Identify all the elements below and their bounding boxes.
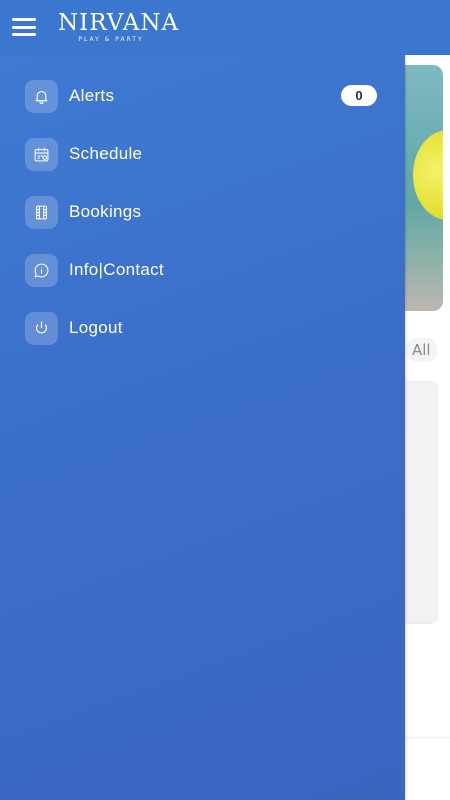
drawer-item-logout[interactable]: Logout <box>25 311 385 345</box>
drawer-item-label: Logout <box>69 318 123 337</box>
navigation-drawer: Alerts 0 Schedule Bookings Info|Contact … <box>0 55 405 800</box>
divider <box>405 737 450 738</box>
drawer-item-bookings[interactable]: Bookings <box>25 195 385 229</box>
app-bar: NIRVANA PLAY & PARTY <box>0 0 450 55</box>
yellow-ball-graphic <box>413 130 443 220</box>
app-logo: NIRVANA PLAY & PARTY <box>58 10 180 44</box>
logo-text: NIRVANA <box>58 10 180 36</box>
drawer-item-schedule[interactable]: Schedule <box>25 137 385 171</box>
film-icon <box>25 195 58 229</box>
drawer-item-label: Info|Contact <box>69 260 164 279</box>
logo-subtitle: PLAY & PARTY <box>78 36 144 43</box>
bell-icon <box>25 79 58 113</box>
info-chat-icon <box>25 253 58 287</box>
alerts-count-badge: 0 <box>341 85 377 106</box>
drawer-item-info-contact[interactable]: Info|Contact <box>25 253 385 287</box>
calendar-icon <box>25 137 58 171</box>
drawer-item-label: Schedule <box>69 144 143 163</box>
filter-all-chip[interactable]: All <box>406 338 437 362</box>
menu-icon[interactable] <box>12 16 36 38</box>
drawer-item-label: Alerts <box>69 86 115 105</box>
drawer-item-label: Bookings <box>69 202 142 221</box>
power-icon <box>25 311 58 345</box>
drawer-item-alerts[interactable]: Alerts 0 <box>25 79 385 113</box>
